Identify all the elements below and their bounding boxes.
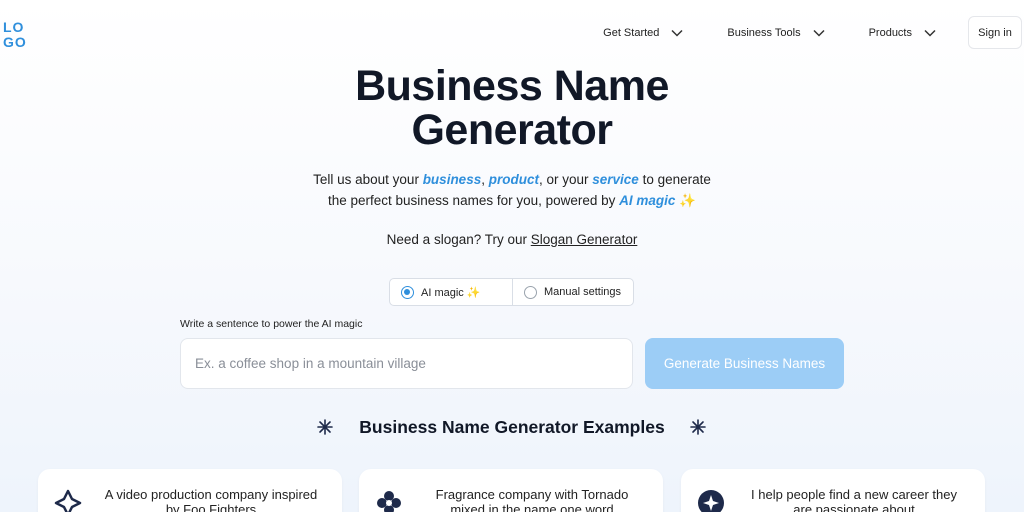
nav-label: Get Started [603, 26, 660, 39]
nav-products[interactable]: Products [869, 27, 936, 39]
example-text: I help people find a new career they are… [751, 487, 957, 512]
radio-unselected[interactable] [524, 285, 537, 299]
generate-button[interactable]: Generate Business Names [645, 338, 844, 389]
subtitle-text: the perfect business names for you, powe… [327, 193, 620, 208]
prompt-label: Write a sentence to power the AI magic [180, 318, 363, 330]
slogan-generator-link[interactable]: Slogan Generator [531, 232, 638, 247]
logo[interactable]: LO GO [3, 18, 33, 48]
star-badge-icon [698, 490, 724, 512]
chevron-down-icon [813, 29, 825, 37]
mode-toggle: AI magic ✨ Manual settings [389, 278, 634, 306]
examples-title: Business Name Generator Examples [359, 417, 665, 437]
example-card[interactable]: I help people find a new career they are… [681, 469, 985, 512]
mode-label: AI magic ✨ [421, 286, 481, 299]
mode-label: Manual settings [544, 286, 622, 298]
starburst-icon [690, 419, 706, 435]
svg-text:GO: GO [3, 34, 27, 48]
mode-manual-settings[interactable]: Manual settings [513, 279, 621, 305]
title-line-1: Business Name [355, 62, 669, 110]
chevron-down-icon [924, 29, 936, 37]
nav-business-tools[interactable]: Business Tools [727, 26, 825, 39]
sign-in-button[interactable]: Sign in [968, 16, 1022, 49]
slogan-prompt: Need a slogan? Try our Slogan Generator [0, 232, 1024, 247]
highlight-business: business [422, 172, 482, 187]
subtitle-text: to generate [638, 172, 711, 187]
subtitle-text: , [481, 172, 489, 187]
example-card[interactable]: Fragrance company with Tornado mixed in … [359, 469, 663, 512]
hero-subtitle: Tell us about your business, product, or… [0, 169, 1024, 211]
logo-text: LO [3, 19, 24, 35]
slogan-text: Need a slogan? Try our [386, 232, 531, 247]
radio-selected[interactable] [401, 285, 414, 299]
page-title: Business Name Generator [0, 64, 1024, 152]
chevron-down-icon [671, 29, 683, 37]
mode-ai-magic[interactable]: AI magic ✨ [390, 279, 513, 305]
nav-label: Business Tools [727, 26, 801, 39]
highlight-service: service [592, 172, 639, 187]
example-card[interactable]: A video production company inspired by F… [38, 469, 342, 512]
subtitle-text: , or your [538, 172, 593, 187]
top-nav: Get Started Business Tools Products Sign… [603, 16, 1022, 49]
sparkle-icon: ✨ [679, 193, 697, 208]
flower-icon [377, 491, 401, 512]
diamond-star-icon [54, 489, 82, 512]
highlight-product: product [488, 172, 539, 187]
nav-label: Products [868, 26, 912, 39]
nav-get-started[interactable]: Get Started [603, 27, 683, 39]
example-text: A video production company inspired by F… [104, 487, 318, 512]
highlight-ai-magic: AI magic [619, 193, 676, 208]
page: LO GO Get Started Business Tools Product… [0, 0, 1024, 512]
example-text: Fragrance company with Tornado mixed in … [435, 487, 629, 512]
prompt-input[interactable] [180, 338, 633, 389]
subtitle-text: Tell us about your [313, 172, 423, 187]
title-line-2: Generator [411, 106, 613, 154]
